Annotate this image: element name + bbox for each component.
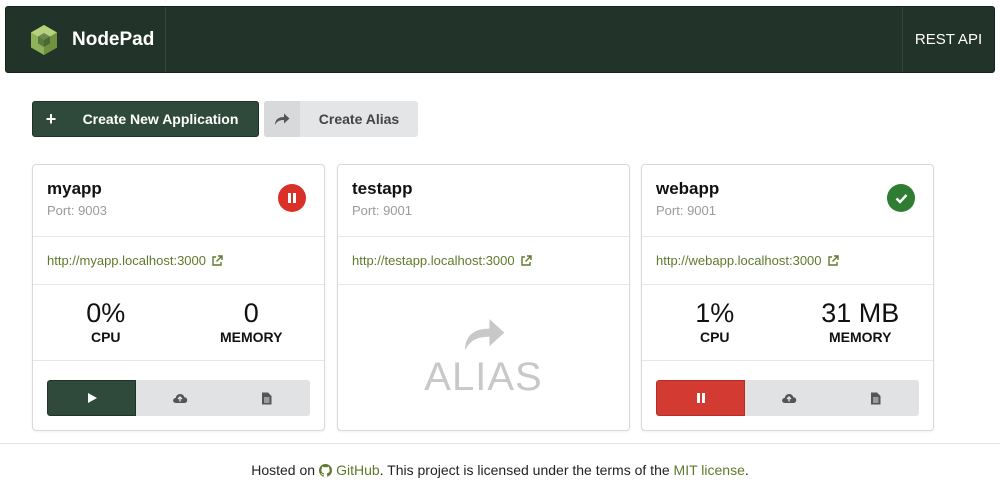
app-controls <box>642 361 933 416</box>
deploy-button[interactable] <box>136 380 223 416</box>
check-icon <box>895 193 907 204</box>
create-alias-button[interactable]: Create Alias <box>264 101 418 137</box>
status-running-badge[interactable] <box>887 184 915 212</box>
github-link[interactable]: GitHub <box>319 462 380 478</box>
app-name: testapp <box>352 179 413 198</box>
card-header: myapp Port: 9003 <box>33 165 324 237</box>
app-card-testapp: testapp Port: 9001 http://testapp.localh… <box>337 164 630 431</box>
cpu-label: CPU <box>699 329 730 345</box>
cloud-upload-icon <box>781 394 796 403</box>
cpu-value: 1% <box>695 298 735 328</box>
alias-label: ALIAS <box>424 355 543 399</box>
status-paused-badge[interactable] <box>278 184 306 212</box>
footer-suffix: . <box>744 462 749 478</box>
external-link-icon <box>827 254 839 266</box>
app-url-link[interactable]: http://myapp.localhost:3000 <box>33 237 324 285</box>
top-navbar: NodePad REST API <box>5 6 995 73</box>
app-stats: 1% CPU 31 MB MEMORY <box>642 285 933 361</box>
document-icon <box>871 392 881 404</box>
document-icon <box>262 392 272 404</box>
control-button-group <box>656 380 919 416</box>
external-link-icon <box>212 254 223 266</box>
app-url-link[interactable]: http://webapp.localhost:3000 <box>642 237 933 285</box>
memory-value: 31 MB <box>821 298 900 328</box>
start-button[interactable] <box>47 380 136 416</box>
memory-label: MEMORY <box>829 329 892 345</box>
share-arrow-icon <box>464 319 504 351</box>
app-url: http://myapp.localhost:3000 <box>47 253 206 268</box>
pause-icon <box>288 193 296 203</box>
brand[interactable]: NodePad <box>6 7 166 72</box>
footer-prefix: Hosted on <box>251 462 316 478</box>
create-alias-label: Create Alias <box>318 111 400 127</box>
play-icon <box>87 393 97 403</box>
logs-button[interactable] <box>832 380 919 416</box>
alias-placeholder: ALIAS <box>338 285 629 430</box>
create-application-label: Create New Application <box>82 111 239 127</box>
cpu-label: CPU <box>90 329 121 345</box>
memory-stat: 0 MEMORY <box>179 285 325 360</box>
card-header: testapp Port: 9001 <box>338 165 629 237</box>
app-controls <box>33 361 324 416</box>
cpu-stat: 1% CPU <box>642 285 788 360</box>
action-bar: + Create New Application Create Alias <box>32 101 418 137</box>
stop-button[interactable] <box>656 380 745 416</box>
github-label: GitHub <box>336 462 380 478</box>
share-arrow-icon <box>264 101 300 137</box>
app-url: http://testapp.localhost:3000 <box>352 253 515 268</box>
cpu-value: 0% <box>86 298 126 328</box>
deploy-button[interactable] <box>745 380 832 416</box>
brand-name: NodePad <box>72 28 155 50</box>
app-name: myapp <box>47 179 102 198</box>
app-card-webapp: webapp Port: 9001 http://webapp.localhos… <box>641 164 934 431</box>
plus-icon: + <box>45 108 57 129</box>
app-url-link[interactable]: http://testapp.localhost:3000 <box>338 237 629 285</box>
cloud-upload-icon <box>172 394 187 403</box>
rest-api-link[interactable]: REST API <box>902 7 994 72</box>
external-link-icon <box>520 254 532 266</box>
pause-icon <box>696 393 705 403</box>
app-url: http://webapp.localhost:3000 <box>656 253 822 268</box>
app-port: Port: 9003 <box>47 203 107 218</box>
create-application-button[interactable]: + Create New Application <box>32 101 259 137</box>
card-header: webapp Port: 9001 <box>642 165 933 237</box>
page-footer: Hosted on GitHub . This project is licen… <box>0 443 1000 496</box>
app-port: Port: 9001 <box>352 203 412 218</box>
nodepad-logo-icon <box>31 24 57 55</box>
memory-value: 0 <box>243 298 259 328</box>
app-card-myapp: myapp Port: 9003 http://myapp.localhost:… <box>32 164 325 431</box>
control-button-group <box>47 380 310 416</box>
mit-license-link[interactable]: MIT license <box>674 462 745 478</box>
github-icon <box>319 463 333 477</box>
app-stats: 0% CPU 0 MEMORY <box>33 285 324 361</box>
memory-stat: 31 MB MEMORY <box>788 285 934 360</box>
app-name: webapp <box>656 179 720 198</box>
footer-middle: . This project is licensed under the ter… <box>379 462 670 478</box>
app-port: Port: 9001 <box>656 203 716 218</box>
logs-button[interactable] <box>223 380 310 416</box>
memory-label: MEMORY <box>220 329 283 345</box>
cpu-stat: 0% CPU <box>33 285 179 360</box>
